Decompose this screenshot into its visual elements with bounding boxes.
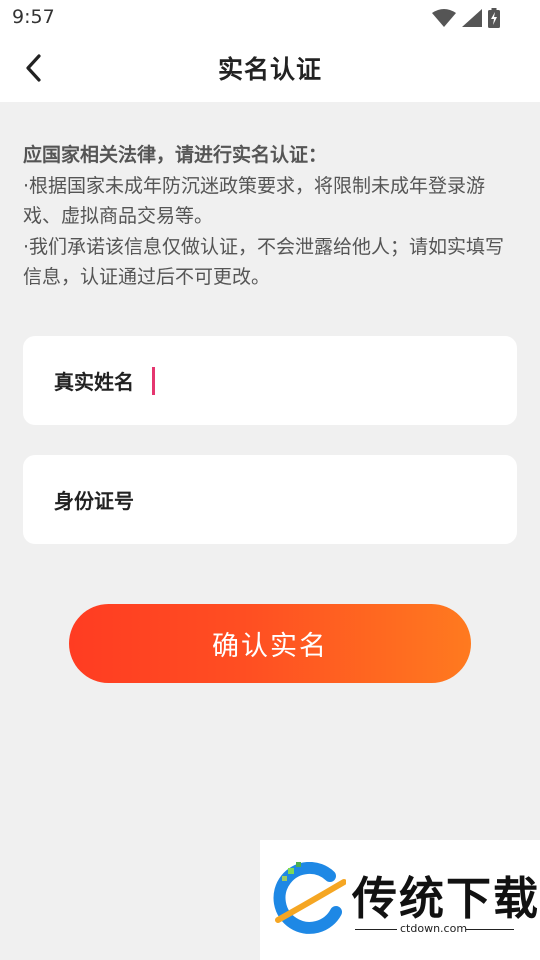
watermark-divider: [466, 929, 514, 930]
notice-line: ·根据国家未成年防沉迷政策要求，将限制未成年登录游戏、虚拟商品交易等。: [23, 174, 486, 228]
status-icons: [432, 8, 500, 28]
real-name-field[interactable]: 真实姓名: [23, 336, 517, 425]
status-bar: 9:57: [0, 0, 540, 36]
watermark: 传统下载 ctdown.com: [260, 840, 540, 960]
title-bar: 实名认证: [0, 36, 540, 102]
watermark-divider: [355, 929, 397, 930]
brand-logo-icon: [273, 862, 346, 934]
status-time: 9:57: [12, 6, 55, 28]
wifi-icon: [432, 9, 456, 27]
notice-heading: 应国家相关法律，请进行实名认证：: [23, 144, 328, 166]
notice-block: 应国家相关法律，请进行实名认证： ·根据国家未成年防沉迷政策要求，将限制未成年登…: [23, 140, 523, 293]
id-number-field[interactable]: 身份证号: [23, 455, 517, 544]
confirm-realname-button[interactable]: 确认实名: [69, 604, 471, 683]
real-name-label: 真实姓名: [54, 370, 134, 394]
watermark-brand: 传统下载: [352, 872, 540, 925]
id-number-label: 身份证号: [54, 489, 134, 513]
real-name-input[interactable]: [155, 360, 517, 401]
notice-line: ·我们承诺该信息仅做认证，不会泄露给他人；请如实填写信息，认证通过后不可更改。: [23, 235, 505, 289]
battery-charging-icon: [488, 8, 500, 28]
watermark-domain: ctdown.com: [400, 922, 468, 935]
signal-icon: [462, 9, 482, 27]
page-title: 实名认证: [217, 55, 322, 84]
id-number-input[interactable]: [152, 479, 517, 520]
